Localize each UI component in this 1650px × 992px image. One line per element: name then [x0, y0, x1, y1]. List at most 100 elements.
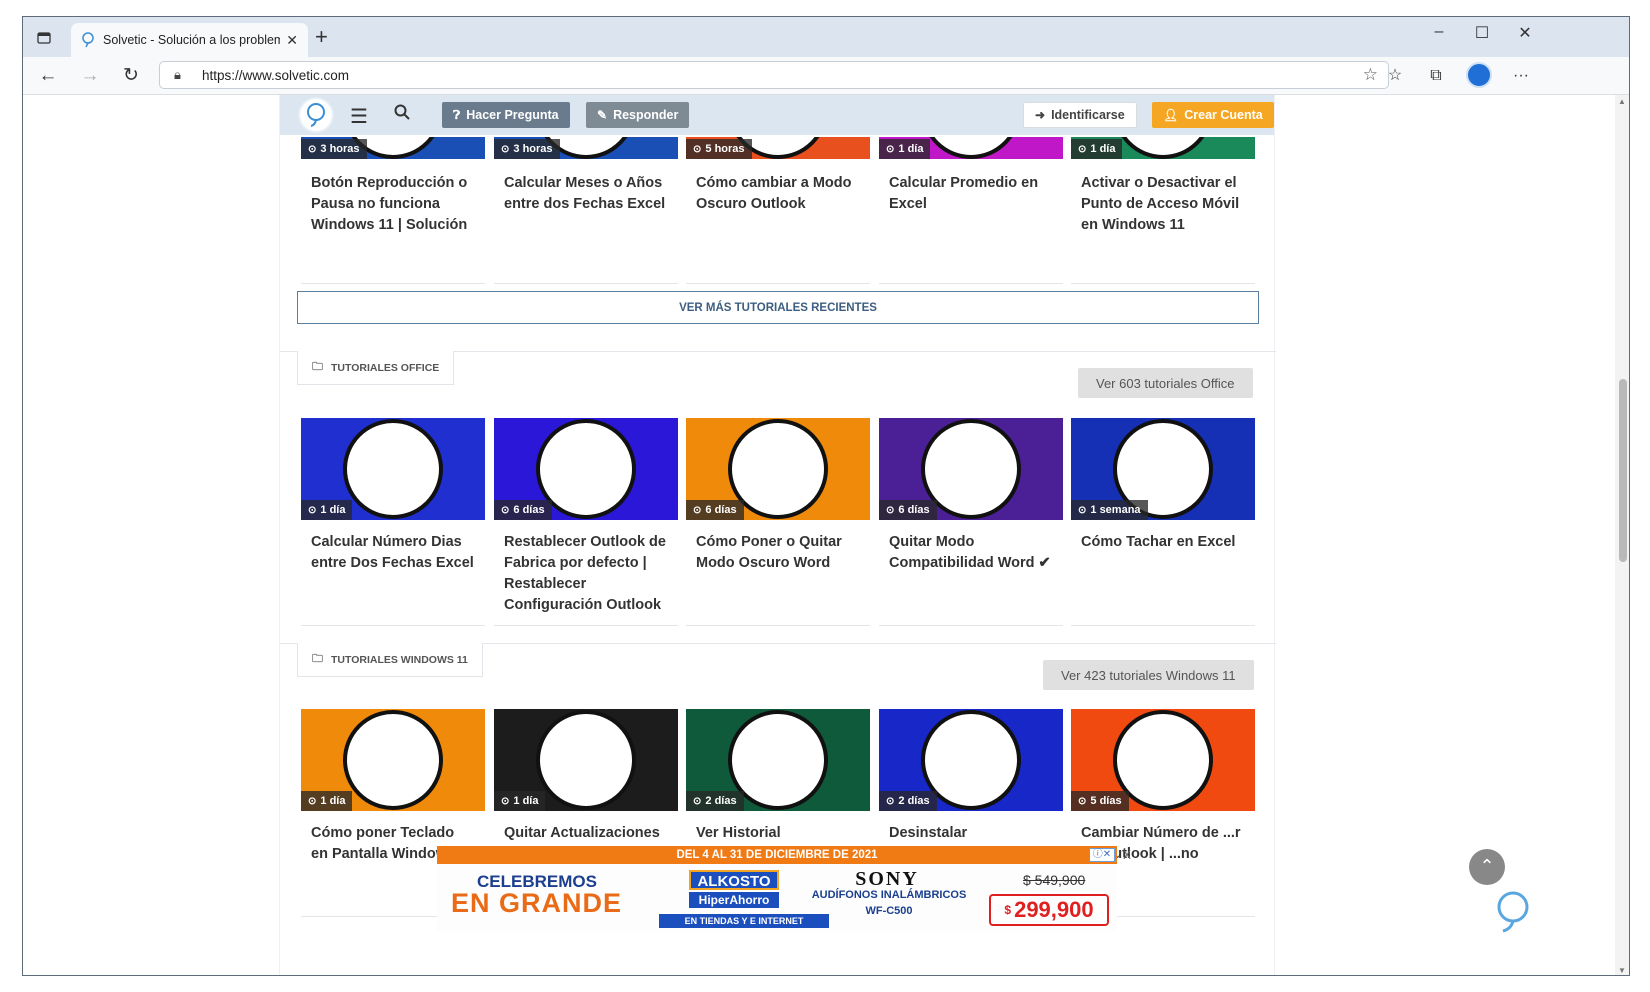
- answer-button[interactable]: ✎ Responder: [586, 102, 690, 128]
- clock-icon: ⊙: [886, 795, 895, 807]
- vertical-scrollbar[interactable]: ▲ ▼: [1615, 95, 1629, 975]
- tutorial-title[interactable]: Cómo cambiar a Modo Oscuro Outlook: [686, 173, 870, 215]
- login-button[interactable]: ➜ Identificarse: [1023, 102, 1137, 128]
- tutorial-thumbnail[interactable]: ⊙ 1 día: [301, 709, 485, 811]
- tutorial-card[interactable]: ⊙ 5 horas Cómo cambiar a Modo Oscuro Outlo…: [686, 137, 870, 215]
- ad-store-sub: HiperAhorro: [689, 892, 779, 908]
- address-bar[interactable]: 🔒︎ ☆: [159, 61, 1389, 89]
- tutorial-thumbnail[interactable]: ⊙ 5 días: [1071, 709, 1255, 811]
- tutorial-title[interactable]: Restablecer Outlook de Fabrica por defec…: [494, 532, 678, 616]
- tutorial-title[interactable]: Ver Historial: [686, 823, 870, 844]
- more-options-icon[interactable]: ···: [1509, 65, 1533, 87]
- tutorial-title[interactable]: Cómo Poner o Quitar Modo Oscuro Word: [686, 532, 870, 574]
- tab-actions-icon[interactable]: [31, 25, 57, 51]
- ask-question-button[interactable]: ❓︎ Hacer Pregunta: [442, 102, 570, 128]
- add-favorite-icon[interactable]: ☆: [1363, 65, 1378, 85]
- tutorial-thumbnail[interactable]: ⊙ 1 día: [494, 709, 678, 811]
- maximize-button[interactable]: ☐: [1462, 23, 1502, 43]
- card-separator: [1071, 625, 1255, 626]
- tutorial-title[interactable]: Quitar Modo Compatibilidad Word ✔: [879, 532, 1063, 574]
- tutorial-title[interactable]: Quitar Actualizaciones: [494, 823, 678, 844]
- advertisement-banner[interactable]: DEL 4 AL 31 DE DICIEMBRE DE 2021 ⓘ✕ CELE…: [437, 846, 1131, 932]
- create-account-button[interactable]: 👤︎ Crear Cuenta: [1152, 102, 1274, 128]
- tutorial-card[interactable]: ⊙ 3 horas Botón Reproducción o Pausa no fu…: [301, 137, 485, 236]
- tutorial-card[interactable]: ⊙ 1 día Activar o Desactivar el Punto de A…: [1071, 137, 1255, 236]
- tutorial-card[interactable]: ⊙2 díasDesinstalar Aplicaciones: [879, 709, 1063, 865]
- help-bubble-icon[interactable]: [1495, 889, 1535, 935]
- time-badge: ⊙ 1 día: [879, 139, 931, 159]
- tutorial-thumbnail[interactable]: ⊙ 6 días: [686, 418, 870, 520]
- reload-icon[interactable]: ↻: [119, 65, 143, 87]
- tutorial-title[interactable]: Cómo Tachar en Excel: [1071, 532, 1255, 553]
- card-separator: [879, 283, 1063, 284]
- tutorial-thumbnail[interactable]: ⊙ 3 horas: [301, 137, 485, 159]
- tutorial-thumbnail[interactable]: ⊙ 2 días: [879, 709, 1063, 811]
- new-tab-button[interactable]: +: [315, 26, 328, 48]
- search-icon[interactable]: [394, 104, 410, 125]
- solvetic-favicon-icon: [82, 32, 94, 48]
- favorites-icon[interactable]: ☆: [1383, 65, 1407, 87]
- ad-close-button[interactable]: X: [1123, 848, 1137, 862]
- tutorial-card[interactable]: ⊙ 2 días Ver Historial: [686, 709, 870, 844]
- tutorial-thumbnail[interactable]: ⊙ 1 día: [879, 137, 1063, 159]
- tutorial-thumbnail[interactable]: ⊙ 1 semana: [1071, 418, 1255, 520]
- tutorial-thumbnail[interactable]: ⊙ 1 día: [1071, 137, 1255, 159]
- edit-icon: ✎: [597, 108, 608, 122]
- windows-section-tab[interactable]: 🗀 TUTORIALES WINDOWS 11: [297, 643, 483, 677]
- time-badge: ⊙ 1 día: [301, 791, 353, 811]
- tutorial-card[interactable]: ⊙ 1 día Quitar Actualizaciones: [494, 709, 678, 844]
- tutorial-title[interactable]: Calcular Promedio en Excel: [879, 173, 1063, 215]
- close-window-button[interactable]: ✕: [1505, 23, 1545, 43]
- office-section-tab[interactable]: 🗀 TUTORIALES OFFICE: [297, 351, 455, 385]
- tutorial-card[interactable]: ⊙ 3 horas Calcular Meses o Años entre dos …: [494, 137, 678, 215]
- scroll-to-top-button[interactable]: ⌃: [1469, 849, 1505, 885]
- url-input[interactable]: [202, 67, 1302, 83]
- tutorial-card[interactable]: ⊙ 6 días Restablecer Outlook de Fabrica po…: [494, 418, 678, 616]
- ad-info-icon[interactable]: ⓘ✕: [1089, 848, 1115, 862]
- view-office-tutorials-button[interactable]: Ver 603 tutoriales Office: [1078, 368, 1253, 398]
- clock-icon: ⊙: [693, 795, 702, 807]
- tutorial-thumbnail[interactable]: ⊙ 2 días: [686, 709, 870, 811]
- clock-icon: ⊙: [501, 504, 510, 516]
- minimize-button[interactable]: –: [1419, 23, 1459, 41]
- tutorial-title[interactable]: Activar o Desactivar el Punto de Acceso …: [1071, 173, 1255, 236]
- clock-icon: ⊙: [886, 504, 895, 516]
- scrollbar-thumb[interactable]: [1619, 379, 1627, 562]
- tutorial-card[interactable]: ⊙ 5 días Cambiar Número de ...r en Outlook…: [1071, 709, 1255, 865]
- clock-icon: ⊙: [501, 143, 510, 155]
- scroll-up-icon[interactable]: ▲: [1618, 97, 1626, 106]
- tutorial-thumbnail[interactable]: ⊙ 5 horas: [686, 137, 870, 159]
- tutorial-title[interactable]: Calcular Meses o Años entre dos Fechas E…: [494, 173, 678, 215]
- tutorial-title[interactable]: Botón Reproducción o Pausa no funciona W…: [301, 173, 485, 236]
- browser-toolbar: ← → ↻ 🔒︎ ☆ ☆ ⧉ ···: [23, 57, 1629, 95]
- tutorial-card[interactable]: ⊙ 1 día Cómo poner Teclado en Pantalla Win…: [301, 709, 485, 865]
- browser-tab[interactable]: Solvetic - Solución a los problem ✕: [71, 23, 308, 57]
- collections-icon[interactable]: ⧉: [1424, 65, 1448, 87]
- office-section-label: TUTORIALES OFFICE: [331, 361, 440, 374]
- tutorial-thumbnail[interactable]: ⊙ 1 día: [301, 418, 485, 520]
- solvetic-logo-icon[interactable]: [298, 97, 334, 133]
- more-recent-tutorials-button[interactable]: VER MÁS TUTORIALES RECIENTES: [297, 291, 1259, 324]
- tutorial-thumbnail[interactable]: ⊙ 6 días: [879, 418, 1063, 520]
- time-label: 6 días: [513, 504, 545, 516]
- time-label: 5 horas: [705, 143, 745, 155]
- close-tab-icon[interactable]: ✕: [286, 32, 298, 49]
- tutorial-card[interactable]: ⊙ 1 semana Cómo Tachar en Excel: [1071, 418, 1255, 553]
- tutorial-card[interactable]: ⊙ 1 día Calcular Número Dias entre Dos Fec…: [301, 418, 485, 574]
- time-badge: ⊙ 3 horas: [301, 139, 367, 159]
- tutorial-title[interactable]: Calcular Número Dias entre Dos Fechas Ex…: [301, 532, 485, 574]
- tutorial-thumbnail[interactable]: ⊙ 3 horas: [494, 137, 678, 159]
- forward-icon[interactable]: →: [78, 65, 102, 87]
- scroll-down-icon[interactable]: ▼: [1618, 966, 1626, 975]
- clock-icon: ⊙: [308, 795, 317, 807]
- menu-icon[interactable]: ☰: [350, 104, 368, 129]
- tutorial-card[interactable]: ⊙ 6 días Quitar Modo Compatibilidad Word ✔: [879, 418, 1063, 574]
- tutorial-card[interactable]: ⊙ 1 día Calcular Promedio en Excel: [879, 137, 1063, 215]
- tutorial-card[interactable]: ⊙ 6 días Cómo Poner o Quitar Modo Oscuro W…: [686, 418, 870, 574]
- time-label: 1 día: [320, 504, 346, 516]
- view-windows-tutorials-button[interactable]: Ver 423 tutoriales Windows 11: [1043, 660, 1254, 690]
- profile-avatar[interactable]: [1466, 62, 1492, 88]
- tutorial-thumbnail[interactable]: ⊙ 6 días: [494, 418, 678, 520]
- time-badge: ⊙ 6 días: [494, 500, 552, 520]
- back-icon[interactable]: ←: [36, 65, 60, 87]
